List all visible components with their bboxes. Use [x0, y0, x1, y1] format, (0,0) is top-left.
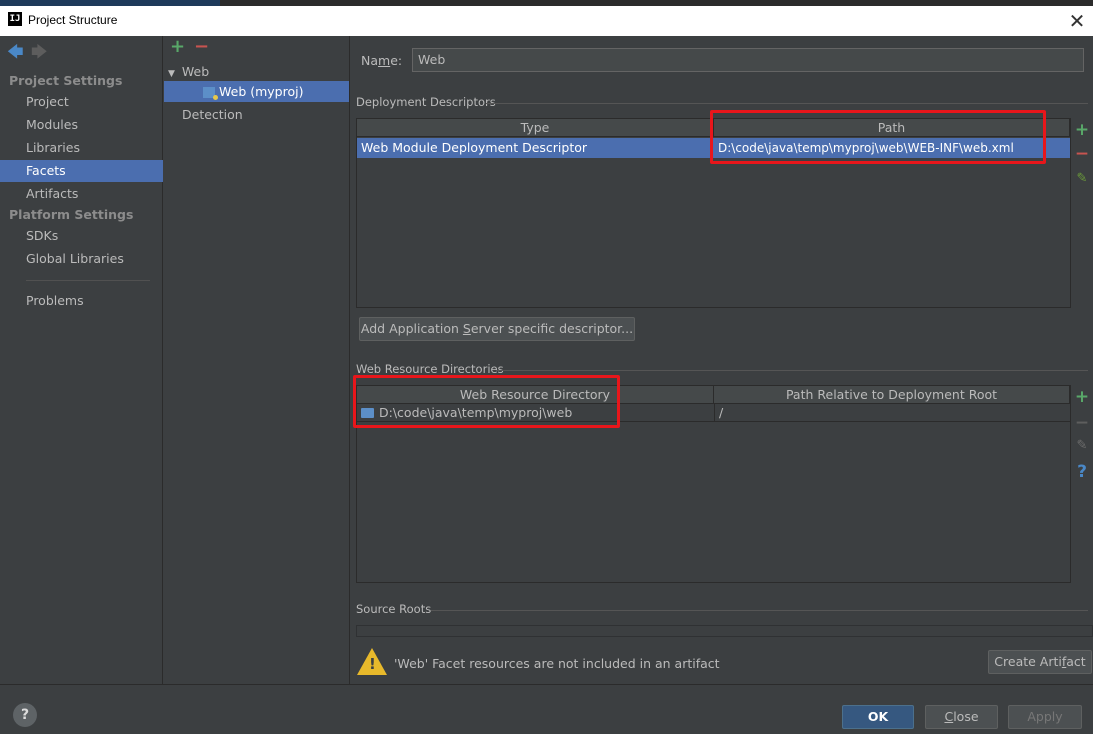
tree-node-detection[interactable]: Detection — [182, 104, 243, 125]
expand-arrow-icon[interactable]: ▼ — [168, 69, 175, 79]
window-title: Project Structure — [28, 13, 118, 27]
edit-resource-icon: ✎ — [1076, 438, 1088, 453]
sidebar-item-facets[interactable]: Facets — [0, 160, 163, 182]
relative-path-cell[interactable]: / — [714, 404, 1070, 422]
name-input[interactable]: Web — [412, 48, 1084, 72]
back-arrow-icon[interactable]: 🡄 — [7, 41, 24, 68]
add-facet-icon[interactable]: + — [170, 36, 185, 57]
sidebar-item-problems[interactable]: Problems — [0, 290, 163, 312]
source-roots-list[interactable] — [356, 625, 1093, 637]
sidebar-item-libraries[interactable]: Libraries — [0, 137, 163, 159]
deployment-descriptors-table[interactable]: Type Path Web Module Deployment Descript… — [356, 118, 1071, 308]
close-window-button[interactable]: ✕ — [1065, 9, 1089, 33]
tree-node-web[interactable]: ▼ Web — [168, 61, 348, 82]
remove-resource-icon: − — [1074, 413, 1090, 433]
edit-descriptor-icon[interactable]: ✎ — [1071, 171, 1093, 186]
sidebar-item-project[interactable]: Project — [0, 91, 163, 113]
group-divider — [486, 103, 1088, 104]
dialog-button-bar: ? OK Close Apply — [0, 684, 1093, 734]
apply-button[interactable]: Apply — [1008, 705, 1082, 729]
group-divider — [496, 370, 1088, 371]
facet-settings-panel: Name: Web Deployment Descriptors Type Pa… — [351, 36, 1093, 684]
column-header-path[interactable]: Path — [714, 119, 1070, 137]
column-header-path-relative[interactable]: Path Relative to Deployment Root — [714, 386, 1070, 404]
sidebar-item-sdks[interactable]: SDKs — [0, 225, 163, 247]
add-server-descriptor-button[interactable]: Add Application Server specific descript… — [359, 317, 635, 341]
remove-facet-icon[interactable]: − — [194, 36, 209, 57]
folder-icon — [361, 407, 374, 418]
sidebar-item-modules[interactable]: Modules — [0, 114, 163, 136]
ok-button[interactable]: OK — [842, 705, 914, 729]
descriptor-type-cell[interactable]: Web Module Deployment Descriptor — [357, 138, 714, 158]
add-descriptor-icon[interactable]: + — [1071, 120, 1093, 140]
close-button[interactable]: Close — [925, 705, 998, 729]
create-artifact-button[interactable]: Create Artifact — [988, 650, 1092, 674]
tree-node-web-myproj[interactable]: Web (myproj) — [164, 81, 349, 102]
help-button[interactable]: ? — [13, 703, 37, 727]
source-roots-title: Source Roots — [356, 602, 432, 616]
platform-settings-heading: Platform Settings — [9, 207, 134, 222]
column-header-web-resource-directory[interactable]: Web Resource Directory — [357, 386, 714, 404]
remove-descriptor-icon[interactable]: − — [1071, 144, 1093, 164]
forward-arrow-icon[interactable]: 🡆 — [31, 41, 48, 68]
add-resource-icon[interactable]: + — [1071, 387, 1093, 407]
sidebar-item-global-libraries[interactable]: Global Libraries — [0, 248, 163, 270]
warning-message: 'Web' Facet resources are not included i… — [394, 656, 720, 671]
help-resource-icon[interactable]: ? — [1071, 462, 1093, 482]
settings-sidebar: 🡄 🡆 Project Settings Project Modules Lib… — [0, 36, 163, 684]
deployment-descriptors-title: Deployment Descriptors — [356, 95, 496, 109]
tree-node-web-label: Web — [181, 64, 210, 79]
descriptor-path-cell[interactable]: D:\code\java\temp\myproj\web\WEB-INF\web… — [714, 138, 1070, 158]
warning-icon: ! — [357, 648, 387, 675]
tree-node-web-myproj-label: Web (myproj) — [219, 84, 304, 99]
project-settings-heading: Project Settings — [9, 73, 123, 88]
column-header-type[interactable]: Type — [357, 119, 714, 137]
name-label: Name: — [361, 53, 403, 68]
resource-directory-cell[interactable]: D:\code\java\temp\myproj\web — [357, 404, 714, 422]
sidebar-divider — [26, 280, 150, 281]
sidebar-item-artifacts[interactable]: Artifacts — [0, 183, 163, 205]
group-divider — [431, 610, 1088, 611]
web-facet-icon — [203, 87, 218, 100]
title-bar: IJ Project Structure ✕ — [0, 6, 1093, 36]
facet-tree-panel: + − ▼ Web Web (myproj) Detection — [164, 36, 350, 684]
web-resource-directories-table[interactable]: Web Resource Directory Path Relative to … — [356, 385, 1071, 583]
web-resource-directories-title: Web Resource Directories — [356, 362, 504, 376]
intellij-app-icon: IJ — [8, 12, 22, 26]
